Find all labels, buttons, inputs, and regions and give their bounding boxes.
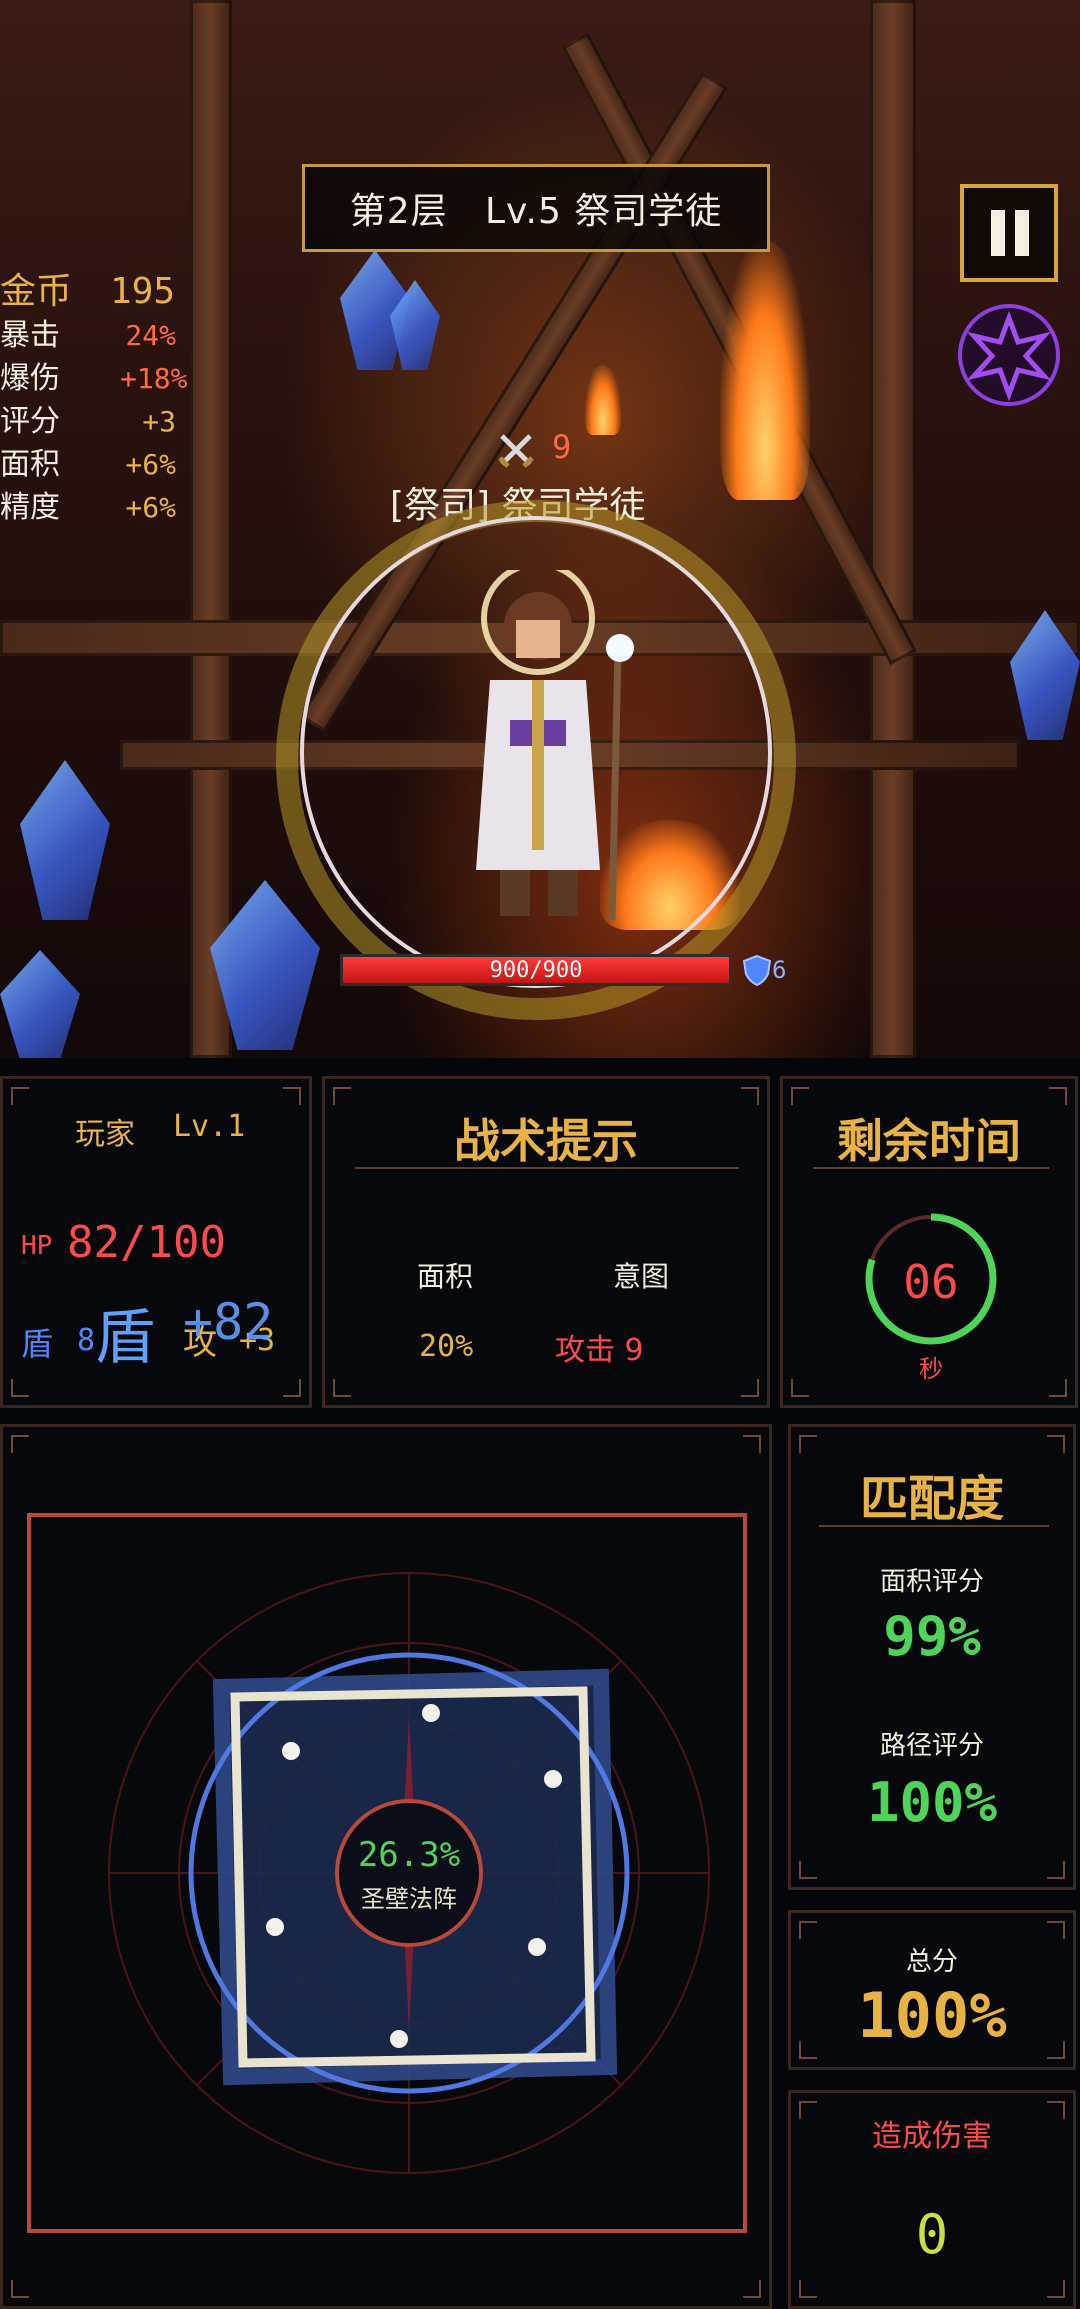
divider <box>819 1525 1049 1527</box>
path-score-label: 路径评分 <box>879 1731 984 1761</box>
area-score-value: 99% <box>883 1605 981 1668</box>
crystal <box>0 950 80 1058</box>
wood-beam <box>190 0 232 1058</box>
stat-label: 面积 <box>0 447 60 482</box>
enemy-hp-text: 900/900 <box>489 957 583 983</box>
damage-label: 造成伤害 <box>872 2119 992 2154</box>
player-label: 玩家 <box>75 1117 135 1152</box>
match-title: 匹配度 <box>859 1471 1004 1527</box>
floor-level-banner: 第2层 Lv.5 祭司学徒 <box>302 164 770 252</box>
battle-scene: 第2层 Lv.5 祭司学徒 金币 195 暴击 24% 爆伤 +18% 评分 +3 面积 +6… <box>0 0 1080 1058</box>
stat-value: 24% <box>125 319 176 352</box>
skill-button[interactable] <box>958 304 1060 406</box>
stat-value: +6% <box>125 448 176 481</box>
match-panel: 匹配度 面积评分 99% 路径评分 100% <box>788 1424 1076 1890</box>
gold-row: 金币 195 <box>0 262 200 312</box>
damage-panel: 造成伤害 0 <box>788 2090 1076 2309</box>
shield-icon <box>742 954 772 986</box>
torch-flame <box>585 365 621 435</box>
area-label: 面积 <box>417 1260 474 1293</box>
shield-gain-number: +82 <box>183 1293 274 1351</box>
enemy-intent-value: 9 <box>552 428 572 466</box>
formation-panel: 26.3% 圣壁法阵 <box>0 1424 772 2309</box>
stats-list: 金币 195 暴击 24% 爆伤 +18% 评分 +3 面积 +6% 精度 +6% <box>0 262 200 525</box>
stat-label: 评分 <box>0 404 60 439</box>
stat-row: 爆伤 +18% <box>0 353 200 396</box>
divider <box>813 1167 1049 1169</box>
area-score-label: 面积评分 <box>879 1567 984 1597</box>
player-level: Lv.1 <box>173 1109 246 1144</box>
shield-gain-glyph: 盾 <box>95 1303 155 1373</box>
gold-value: 195 <box>110 271 176 312</box>
intent-label: 意图 <box>613 1260 670 1293</box>
stat-value: +6% <box>125 491 176 524</box>
total-score-panel: 总分 100% <box>788 1910 1076 2070</box>
stat-label: 精度 <box>0 490 60 525</box>
star-skill-icon <box>966 310 1052 402</box>
timer-title: 剩余时间 <box>837 1114 1021 1168</box>
enemy-hp-bar: 900/900 <box>340 954 732 986</box>
area-value: 20% <box>419 1329 474 1364</box>
stat-row: 面积 +6% <box>0 439 200 482</box>
hp-label: HP <box>21 1231 53 1261</box>
stat-row: 精度 +6% <box>0 482 200 525</box>
timer-panel: 剩余时间 06 秒 <box>780 1076 1078 1408</box>
total-label: 总分 <box>905 1947 958 1977</box>
formation-name: 圣壁法阵 <box>361 1885 457 1913</box>
intent-value: 攻击 9 <box>555 1333 644 1368</box>
floor-level-text: 第2层 Lv.5 祭司学徒 <box>349 191 723 232</box>
path-score-value: 100% <box>866 1771 998 1834</box>
shield-value: 8 <box>77 1323 96 1358</box>
gold-label: 金币 <box>0 271 73 312</box>
stat-value: +3 <box>142 405 176 438</box>
total-value: 100% <box>857 1979 1007 2052</box>
stat-label: 暴击 <box>0 318 60 353</box>
crossed-swords-icon <box>496 430 536 474</box>
pause-button[interactable] <box>960 184 1058 282</box>
damage-value: 0 <box>915 2203 949 2266</box>
crystal <box>20 760 110 920</box>
lava-glow <box>720 240 810 500</box>
stat-row: 暴击 24% <box>0 310 200 353</box>
formation-percent: 26.3% <box>357 1835 461 1875</box>
wood-beam <box>870 0 916 1058</box>
stat-row: 评分 +3 <box>0 396 200 439</box>
stat-value: +18% <box>120 362 188 395</box>
enemy-priest-sprite[interactable] <box>440 570 660 940</box>
enemy-shield-value: 6 <box>772 956 787 984</box>
player-panel: 玩家 Lv.1 HP 82/100 盾 8 盾 攻 +3 +82 <box>0 1076 312 1408</box>
divider <box>355 1167 739 1169</box>
player-hp-value: 82/100 <box>67 1217 226 1268</box>
drawing-area[interactable]: 26.3% 圣壁法阵 <box>27 1513 747 2233</box>
stat-label: 爆伤 <box>0 361 60 396</box>
shield-label: 盾 <box>21 1325 54 1363</box>
tactics-panel: 战术提示 面积 20% 意图 攻击 9 <box>322 1076 770 1408</box>
tactics-title: 战术提示 <box>454 1114 638 1168</box>
timer-value: 06 <box>903 1255 959 1309</box>
timer-unit: 秒 <box>919 1355 943 1383</box>
